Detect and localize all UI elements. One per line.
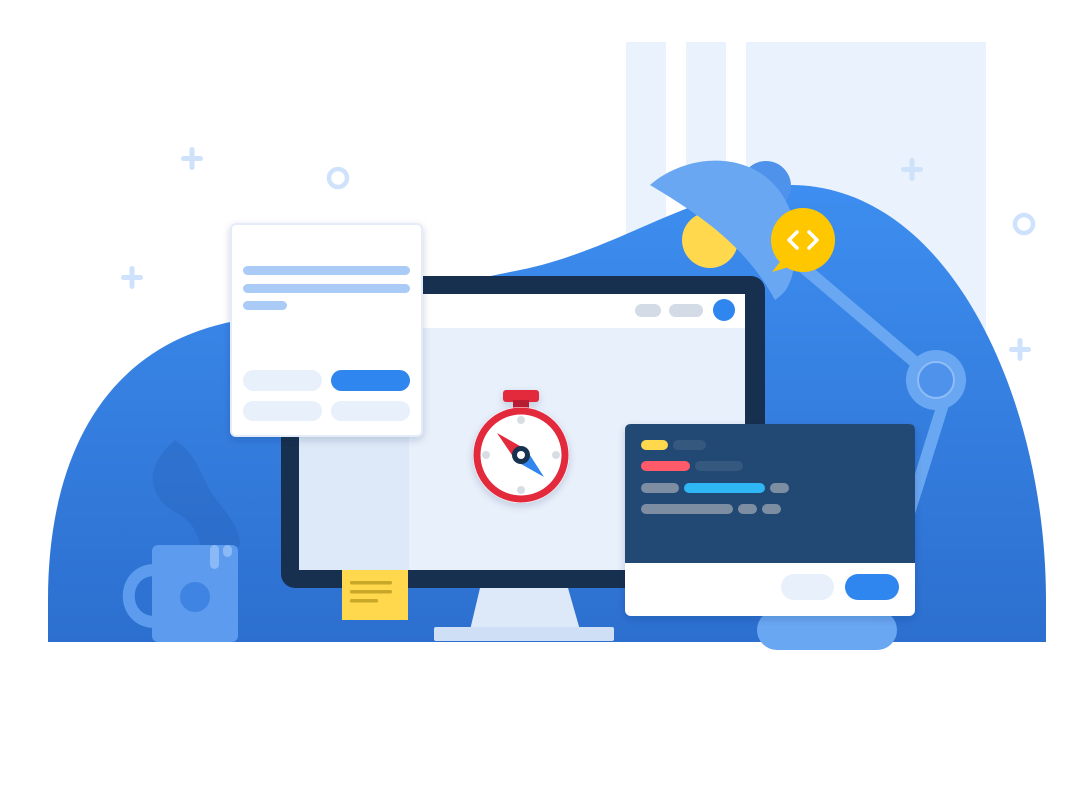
input-field[interactable]: [331, 401, 410, 421]
monitor-base: [434, 627, 614, 641]
secondary-button[interactable]: [781, 574, 834, 600]
plus-sparkle-icon: [121, 266, 143, 289]
hero-illustration: [48, 42, 1046, 650]
plus-sparkle-icon: [1009, 338, 1031, 361]
ring-sparkle-icon: [326, 166, 350, 190]
text-line: [243, 266, 410, 275]
code-token: [641, 461, 690, 471]
code-token: [738, 504, 757, 514]
code-token: [641, 483, 679, 493]
ring-sparkle-icon: [1012, 212, 1036, 236]
code-token: [684, 483, 765, 493]
code-token: [641, 504, 733, 514]
submit-button[interactable]: [331, 370, 410, 391]
code-token: [762, 504, 781, 514]
sticky-note-icon: [342, 570, 408, 620]
plus-sparkle-icon: [181, 147, 203, 170]
code-token: [695, 461, 743, 471]
code-window: [625, 424, 915, 616]
form-card: [230, 223, 423, 437]
primary-button[interactable]: [845, 574, 899, 600]
input-field[interactable]: [243, 370, 322, 391]
toolbar-pill[interactable]: [635, 304, 661, 317]
toolbar-pill[interactable]: [669, 304, 703, 317]
text-line: [243, 301, 287, 310]
code-badge: [771, 208, 835, 272]
toolbar-avatar[interactable]: [713, 299, 735, 321]
code-token: [770, 483, 789, 493]
code-token: [641, 440, 668, 450]
text-line: [243, 284, 410, 293]
input-field[interactable]: [243, 401, 322, 421]
monitor-stand: [470, 588, 580, 630]
code-token: [673, 440, 706, 450]
